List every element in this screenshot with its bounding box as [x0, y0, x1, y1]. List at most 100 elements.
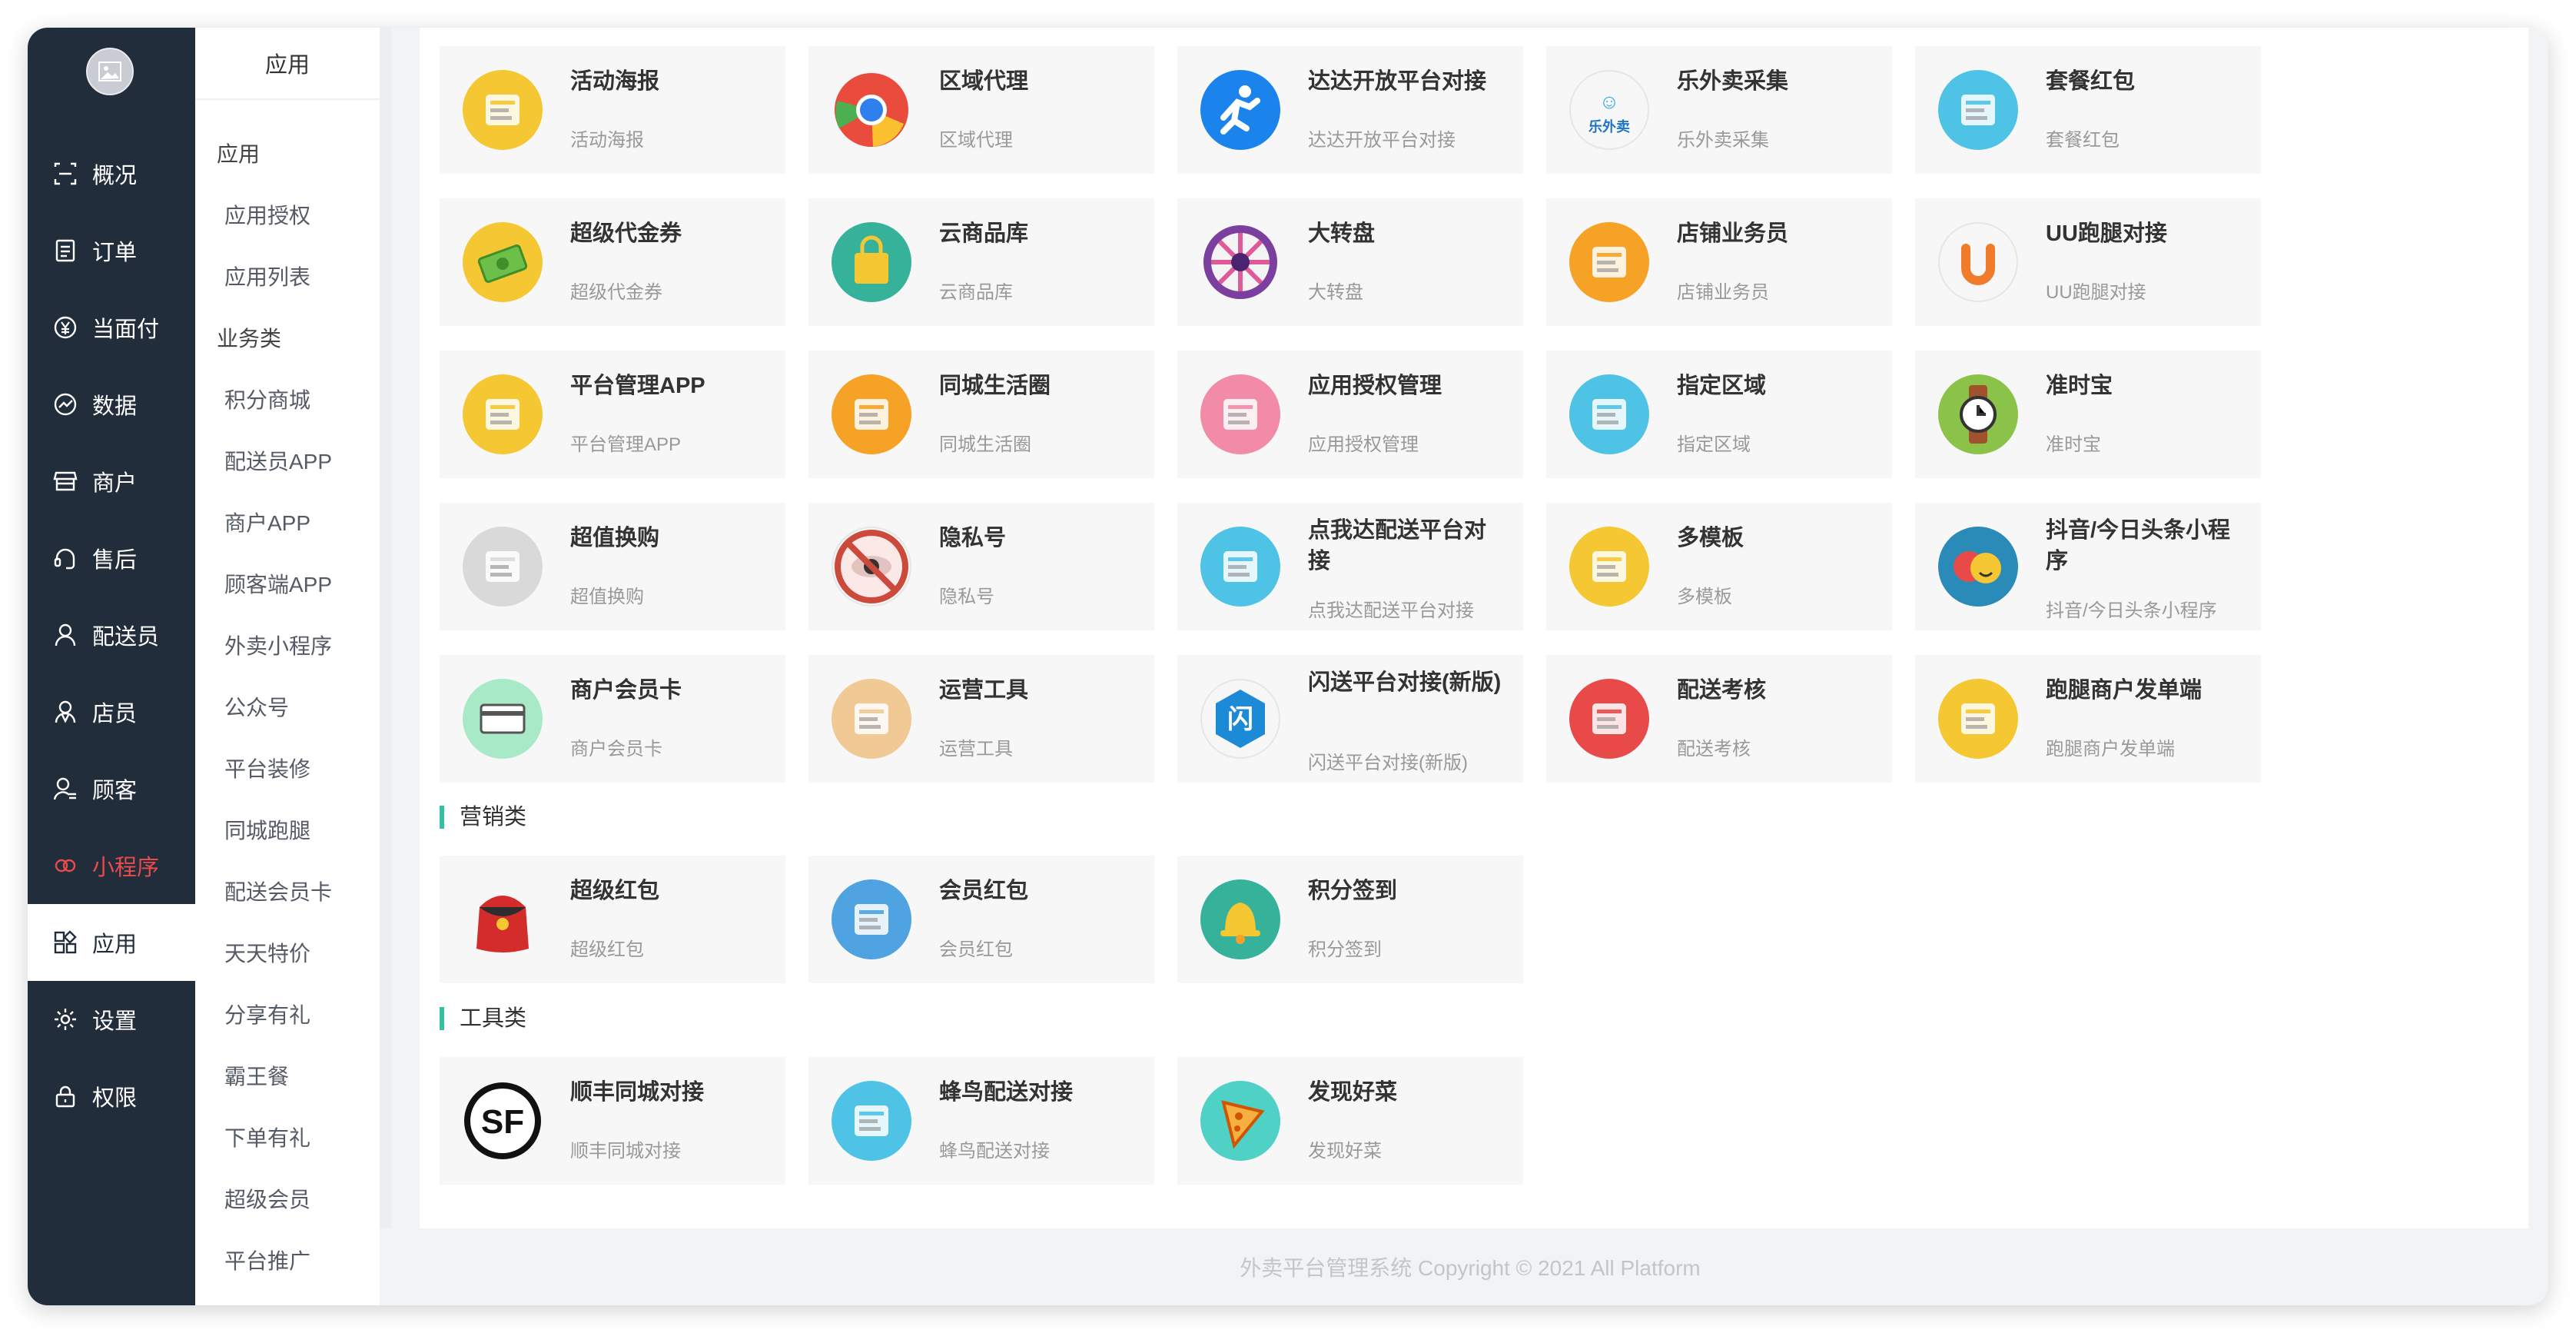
app-card-title: 大转盘: [1308, 221, 1376, 246]
app-card[interactable]: 区域代理 区域代理: [808, 46, 1154, 174]
subnav-item[interactable]: 同城跑腿: [224, 814, 310, 845]
sidebar-item-2[interactable]: 订单: [28, 212, 195, 289]
sidebar-item-label: 顾客: [92, 779, 138, 803]
app-card[interactable]: SF 顺丰同城对接 顺丰同城对接: [440, 1057, 785, 1185]
shell-pearl-icon: [463, 527, 543, 607]
app-card[interactable]: 发现好菜 发现好菜: [1177, 1057, 1523, 1185]
sidebar-item-10[interactable]: 小程序: [28, 827, 195, 904]
app-card-title: 云商品库: [939, 221, 1029, 246]
app-card[interactable]: 达达开放平台对接 达达开放平台对接: [1177, 46, 1523, 174]
masks-icon: [1938, 527, 2018, 607]
app-card[interactable]: UU跑腿对接 UU跑腿对接: [1915, 198, 2261, 326]
app-card-title: 店铺业务员: [1677, 221, 1789, 246]
sidebar-item-5[interactable]: 商户: [28, 443, 195, 520]
subnav-item[interactable]: 配送员APP: [224, 445, 332, 476]
app-card[interactable]: 店铺业务员 店铺业务员: [1546, 198, 1892, 326]
subnav-item[interactable]: 天天特价: [224, 937, 310, 968]
app-card[interactable]: 超值换购 超值换购: [440, 503, 785, 630]
poster-icon: [463, 70, 543, 150]
subnav-item[interactable]: 商户APP: [224, 507, 310, 537]
app-card[interactable]: 会员红包 会员红包: [808, 856, 1154, 983]
app-card-subtitle: 活动海报: [570, 130, 644, 151]
app-card[interactable]: 积分签到 积分签到: [1177, 856, 1523, 983]
red-packet-fan-icon: [1938, 70, 2018, 150]
app-card[interactable]: 隐私号 隐私号: [808, 503, 1154, 630]
chart-icon: [52, 391, 78, 417]
app-card[interactable]: 同城生活圈 同城生活圈: [808, 351, 1154, 478]
app-card[interactable]: 活动海报 活动海报: [440, 46, 785, 174]
sidebar-item-9[interactable]: 顾客: [28, 750, 195, 827]
subnav-item[interactable]: 应用列表: [224, 261, 310, 291]
app-card[interactable]: 大转盘 大转盘: [1177, 198, 1523, 326]
shopping-bag-icon: [832, 222, 911, 302]
app-card[interactable]: 云商品库 云商品库: [808, 198, 1154, 326]
app-card[interactable]: 运营工具 运营工具: [808, 655, 1154, 783]
app-card-title: 蜂鸟配送对接: [939, 1080, 1074, 1105]
sidebar-item-label: 设置: [92, 1009, 138, 1034]
svg-text:闪: 闪: [1227, 705, 1253, 734]
subnav-item[interactable]: 超级会员: [224, 1183, 310, 1214]
chrome-icon: [835, 73, 908, 147]
sidebar-item-6[interactable]: 售后: [28, 520, 195, 597]
app-card[interactable]: 跑腿商户发单端 跑腿商户发单端: [1915, 655, 2261, 783]
app-card-subtitle: 平台管理APP: [570, 434, 682, 455]
section-title-marketing: 营销类: [440, 806, 526, 829]
apps-icon: [52, 929, 78, 956]
app-card[interactable]: ☺ 乐外卖 乐外卖采集 乐外卖采集: [1546, 46, 1892, 174]
app-card[interactable]: 平台管理APP 平台管理APP: [440, 351, 785, 478]
sidebar-item-11[interactable]: 应用: [28, 904, 195, 981]
sidebar-item-12[interactable]: 设置: [28, 981, 195, 1058]
app-card[interactable]: 配送考核 配送考核: [1546, 655, 1892, 783]
sidebar-item-3[interactable]: 当面付: [28, 289, 195, 366]
app-card[interactable]: 蜂鸟配送对接 蜂鸟配送对接: [808, 1057, 1154, 1185]
app-card-subtitle: 商户会员卡: [570, 739, 662, 760]
sidebar-item-1[interactable]: 概况: [28, 135, 195, 212]
sidebar-item-8[interactable]: 店员: [28, 673, 195, 750]
app-card[interactable]: 套餐红包 套餐红包: [1915, 46, 2261, 174]
subnav-item[interactable]: 分享有礼: [224, 999, 310, 1029]
avatar[interactable]: [86, 48, 134, 95]
subnav-item[interactable]: 顾客端APP: [224, 568, 332, 599]
sidebar-item-13[interactable]: 权限: [28, 1058, 195, 1135]
subnav-item[interactable]: 应用授权: [224, 199, 310, 230]
customer-icon: [52, 776, 78, 802]
app-card-title: 超值换购: [570, 526, 660, 550]
app-card[interactable]: 抖音/今日头条小程序 抖音/今日头条小程序: [1915, 503, 2261, 630]
subnav-item[interactable]: 公众号: [224, 691, 289, 722]
no-eye-icon: [832, 527, 911, 607]
subnav-item[interactable]: 积分商城: [224, 384, 310, 414]
app-card[interactable]: 超级红包 超级红包: [440, 856, 785, 983]
sidebar-item-label: 配送员: [92, 625, 160, 650]
sidebar-item-label: 售后: [92, 548, 138, 573]
gear-icon: [52, 1006, 78, 1032]
app-card-subtitle: 套餐红包: [2046, 130, 2120, 151]
sidebar-item-7[interactable]: 配送员: [28, 597, 195, 673]
shansong-icon: 闪: [1200, 679, 1280, 759]
app-card-subtitle: 发现好菜: [1308, 1141, 1382, 1162]
subnav-item[interactable]: 下单有礼: [224, 1122, 310, 1152]
app-card[interactable]: 指定区域 指定区域: [1546, 351, 1892, 478]
app-card-subtitle: 运营工具: [939, 739, 1013, 760]
app-card-title: 同城生活圈: [939, 374, 1051, 398]
app-card[interactable]: 点我达配送平台对接 点我达配送平台对接: [1177, 503, 1523, 630]
subnav-item[interactable]: 外卖小程序: [224, 630, 332, 660]
subnav-item[interactable]: 配送会员卡: [224, 876, 332, 906]
mini-program-icon: [52, 853, 78, 879]
app-card[interactable]: 应用授权管理 应用授权管理: [1177, 351, 1523, 478]
subnav-item[interactable]: 平台装修: [224, 753, 310, 783]
app-card[interactable]: 超级代金券 超级代金券: [440, 198, 785, 326]
app-card-title: 运营工具: [939, 678, 1029, 703]
member-card-icon: [463, 679, 543, 759]
sidebar-item-4[interactable]: 数据: [28, 366, 195, 443]
sidebar-item-label: 当面付: [92, 317, 160, 342]
subnav-item[interactable]: 霸王餐: [224, 1060, 289, 1091]
app-card-subtitle: 跑腿商户发单端: [2046, 739, 2175, 760]
app-card[interactable]: 商户会员卡 商户会员卡: [440, 655, 785, 783]
app-card-subtitle: 云商品库: [939, 282, 1013, 303]
app-card[interactable]: 多模板 多模板: [1546, 503, 1892, 630]
subnav-item[interactable]: 平台推广: [224, 1245, 310, 1275]
sidebar-item-label: 订单: [92, 241, 138, 265]
app-card[interactable]: 闪闪送平台对接(新版) 闪送平台对接(新版): [1177, 655, 1523, 783]
app-card-title: 准时宝: [2046, 374, 2113, 398]
app-card[interactable]: 准时宝 准时宝: [1915, 351, 2261, 478]
